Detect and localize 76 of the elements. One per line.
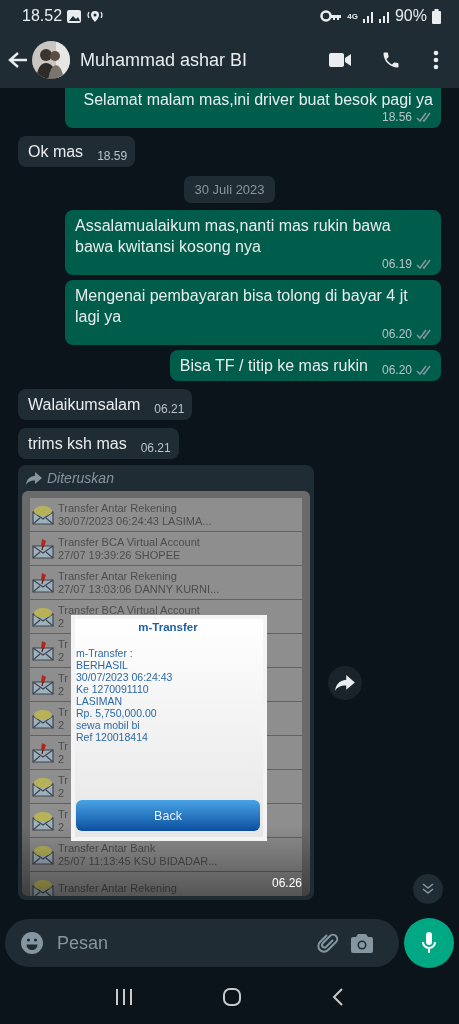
clock-time: 18.52 <box>22 7 63 25</box>
message-time: 06.19 <box>381 257 412 271</box>
message-time: 06.26 <box>271 876 302 890</box>
message-text: Walaikumsalam <box>28 395 141 415</box>
dialog-text: Ke 1270091110 <box>76 683 150 695</box>
double-chevron-icon <box>421 883 435 895</box>
message-field[interactable]: Pesan <box>55 931 305 955</box>
battery-percent: 90% <box>394 7 427 25</box>
message-time: 06.21 <box>140 441 171 455</box>
transaction-title: Transfer BCA Virtual Account <box>58 603 200 617</box>
message-text: Bisa TF / titip ke mas rukin <box>179 356 368 376</box>
recent-apps-icon[interactable] <box>115 989 134 1005</box>
transaction-title: Tr <box>58 807 68 821</box>
dialog-title: m-Transfer <box>137 621 199 633</box>
transaction-title: Transfer Antar Bank <box>58 841 156 855</box>
more-options-icon[interactable] <box>433 50 439 70</box>
transaction-detail: 27/07 19:39:26 SHOPEE <box>58 548 181 562</box>
transaction-title: Tr <box>58 637 68 651</box>
dialog-text: m-Transfer : <box>76 647 134 659</box>
transaction-detail: 2 <box>58 786 65 800</box>
transaction-detail: 2 <box>58 650 65 664</box>
back-arrow-icon[interactable] <box>8 51 28 69</box>
message-text: Ok mas <box>28 142 84 162</box>
transaction-detail: 2 <box>58 718 65 732</box>
video-call-icon[interactable] <box>329 53 351 67</box>
message-time: 06.20 <box>381 327 412 341</box>
message-text: trims ksh mas <box>28 434 127 454</box>
camera-icon[interactable] <box>351 933 373 953</box>
voice-message-button[interactable] <box>404 918 454 968</box>
date-chip: 30 Juli 2023 <box>184 176 275 203</box>
message-input[interactable]: Pesan <box>5 919 399 967</box>
attachment-icon[interactable] <box>317 931 339 955</box>
transaction-detail: 2 <box>58 752 65 766</box>
dialog-text: Ref 120018414 <box>76 731 149 743</box>
transaction-title: Tr <box>58 773 68 787</box>
dialog-text: BERHASIL <box>76 659 129 671</box>
transaction-title: Tr <box>58 671 68 685</box>
transaction-title: Transfer Antar Rekening <box>58 501 177 515</box>
signal-icon <box>378 9 390 23</box>
message-time: 18.56 <box>381 110 412 124</box>
network-label: 4G <box>347 11 358 21</box>
transaction-title: Transfer Antar Rekening <box>58 569 177 583</box>
phone-icon[interactable] <box>381 50 401 70</box>
back-button[interactable]: Back <box>76 800 260 831</box>
battery-icon <box>432 8 441 24</box>
share-button[interactable] <box>328 665 362 700</box>
message-text: Selamat malam mas,ini driver buat besok pagi ya <box>83 90 433 110</box>
transaction-detail: 27/07 13:03:06 DANNY KURNI... <box>58 582 220 596</box>
dialog-text: sewa mobil bi <box>76 719 141 731</box>
gallery-icon <box>67 9 82 23</box>
transaction-detail: 2 <box>58 820 65 834</box>
dialog-text: Rp. 5,750,000.00 <box>76 707 158 719</box>
dialog-text: LASIMAN <box>76 695 124 707</box>
transaction-detail: 2 <box>58 684 65 698</box>
transaction-detail: 30/07/2023 06:24:43 LASIMA... <box>58 514 212 528</box>
signal-icon <box>362 9 374 23</box>
key-icon <box>320 10 343 22</box>
message-time: 06.20 <box>381 363 412 377</box>
transaction-title: Tr <box>58 705 68 719</box>
message-time: 06.21 <box>154 402 185 416</box>
forwarded-label: Diteruskan <box>47 470 114 486</box>
forward-icon <box>335 674 355 691</box>
location-icon <box>86 9 105 23</box>
message-text: Mengenai pembayaran bisa tolong di bayar 4 jt lagi ya <box>75 286 409 327</box>
microphone-icon <box>421 932 437 954</box>
transaction-detail: 2 <box>58 616 65 630</box>
message-time: 18.59 <box>97 149 128 163</box>
transaction-title: Tr <box>58 739 68 753</box>
dialog-text: 30/07/2023 06:24:43 <box>76 671 174 683</box>
emoji-icon[interactable] <box>21 932 43 954</box>
back-icon[interactable] <box>331 988 344 1006</box>
forward-icon <box>26 471 42 485</box>
home-icon[interactable] <box>223 988 242 1006</box>
scroll-down-button[interactable] <box>413 874 443 904</box>
message-text: Assalamualaikum mas,nanti mas rukin bawa bawa kwitansi kosong nya <box>75 216 392 257</box>
transaction-title: Transfer BCA Virtual Account <box>58 535 200 549</box>
